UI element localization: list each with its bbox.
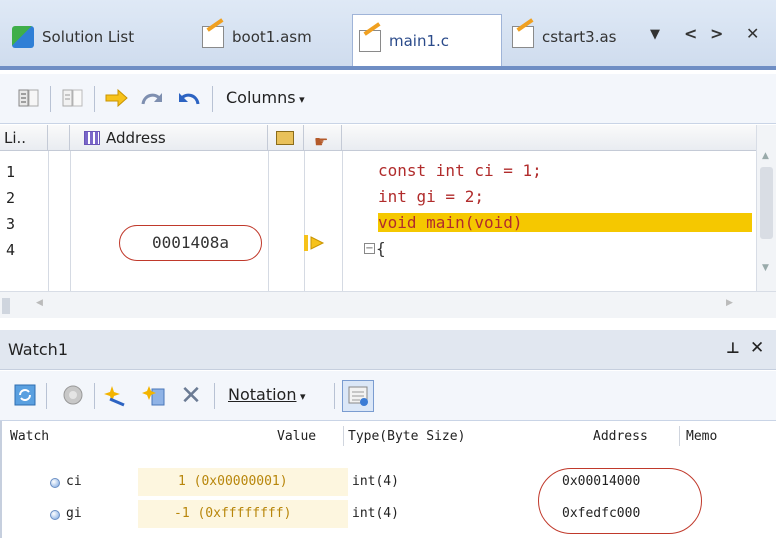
pin-icon[interactable]: ⊥: [726, 339, 740, 357]
document-tab-bar: Solution List boot1.asm main1.c cstart3.…: [0, 0, 776, 70]
grid-icon: [84, 131, 100, 145]
column-header-watch[interactable]: Watch: [10, 429, 49, 444]
c-file-icon: [359, 29, 381, 52]
column-header-breakpoint[interactable]: [268, 125, 304, 151]
go-to-pc-icon[interactable]: [104, 86, 130, 112]
current-pc-arrow-icon: [304, 235, 325, 251]
tab-next-icon[interactable]: >: [710, 24, 723, 43]
column-header-type[interactable]: Type(Byte Size): [348, 429, 465, 444]
scroll-right-icon[interactable]: ▶: [726, 298, 733, 308]
source-editor: Li.. Address ☛ 1 2 3 4 0001408a const in…: [0, 125, 776, 318]
column-header-line[interactable]: Li..: [0, 125, 48, 151]
auto-update-icon[interactable]: [60, 383, 86, 409]
watch-toolbar: ✕ Notation ▾: [0, 371, 776, 421]
toolbar-divider: [334, 383, 335, 409]
left-panel-border: [0, 421, 2, 538]
scroll-left-icon[interactable]: ◀: [36, 298, 43, 308]
address-header-label: Address: [106, 129, 166, 147]
column-header-source: [342, 125, 756, 151]
code-line: {: [376, 239, 386, 258]
asm-file-icon: [512, 26, 534, 48]
tab-close-icon[interactable]: ✕: [746, 24, 759, 43]
tab-solution-list[interactable]: Solution List: [6, 18, 144, 56]
toolbar-divider: [212, 86, 213, 112]
column-divider: [70, 151, 71, 291]
notation-menu[interactable]: Notation ▾: [228, 385, 306, 404]
variable-icon: [50, 510, 60, 520]
code-line: int gi = 2;: [378, 187, 484, 206]
column-divider: [48, 151, 49, 291]
step-back-icon[interactable]: [176, 86, 202, 112]
toolbar-divider: [94, 86, 95, 112]
asm-file-icon: [202, 26, 224, 48]
address-annotation-oval: [538, 468, 702, 534]
step-forward-icon[interactable]: [140, 86, 166, 112]
add-category-icon[interactable]: [142, 383, 168, 409]
columns-label: Columns: [226, 88, 296, 107]
watch-panel-header: Watch1 ⊥ ✕: [0, 330, 776, 370]
tab-main1-c[interactable]: main1.c: [352, 14, 502, 66]
watch-header-divider: [343, 426, 344, 446]
toolbar-divider: [94, 383, 95, 409]
scroll-down-icon[interactable]: ▼: [762, 263, 769, 273]
tab-prev-icon[interactable]: <: [684, 24, 697, 43]
line-number: 4: [6, 241, 16, 259]
notation-label: Notation: [228, 385, 297, 404]
breakpoint-column-icon: [276, 131, 294, 145]
watch-name[interactable]: gi: [66, 506, 82, 521]
scroll-thumb[interactable]: [760, 167, 773, 239]
scroll-thumb[interactable]: [2, 298, 10, 314]
line-number: 2: [6, 189, 16, 207]
vertical-scrollbar[interactable]: ▲ ▼: [756, 125, 776, 291]
show-source-icon[interactable]: [16, 86, 42, 112]
current-pc-address: 0001408a: [119, 225, 262, 261]
tab-dropdown-icon[interactable]: ▼: [650, 27, 660, 42]
column-divider: [342, 151, 343, 291]
columns-menu[interactable]: Columns ▾: [226, 88, 305, 107]
tab-label: boot1.asm: [232, 28, 312, 46]
collapse-icon[interactable]: −: [364, 243, 375, 254]
watch-panel-title: Watch1: [8, 340, 68, 359]
tab-boot1-asm[interactable]: boot1.asm: [196, 18, 322, 56]
refresh-icon[interactable]: [12, 383, 38, 409]
column-header-blank[interactable]: [48, 125, 70, 151]
horizontal-scrollbar[interactable]: ◀ ▶: [0, 291, 776, 318]
mixed-display-icon[interactable]: [60, 86, 86, 112]
watch-type: int(4): [352, 506, 399, 521]
tab-label: cstart3.as: [542, 28, 617, 46]
column-divider: [268, 151, 269, 291]
column-header-value[interactable]: Value: [277, 429, 316, 444]
chevron-down-icon: ▾: [295, 93, 305, 106]
toolbar-divider: [50, 86, 51, 112]
column-header-action[interactable]: ☛: [304, 125, 342, 151]
close-icon[interactable]: ✕: [750, 338, 764, 358]
hand-pointer-icon: ☛: [314, 132, 329, 151]
toolbar-divider: [214, 383, 215, 409]
editor-toolbar: Columns ▾: [0, 74, 776, 124]
watch-name[interactable]: ci: [66, 474, 82, 489]
scroll-up-icon[interactable]: ▲: [762, 151, 769, 161]
watch-value[interactable]: 1 (0x00000001): [178, 474, 288, 489]
column-header-address[interactable]: Address: [70, 125, 268, 151]
delete-icon[interactable]: ✕: [178, 383, 204, 409]
watch-value[interactable]: -1 (0xffffffff): [174, 506, 291, 521]
toolbar-divider: [46, 383, 47, 409]
chevron-down-icon: ▾: [296, 390, 306, 403]
column-header-address[interactable]: Address: [593, 429, 648, 444]
tab-label: Solution List: [42, 28, 135, 46]
solution-icon: [12, 26, 34, 48]
view-mode-toggle-icon[interactable]: [342, 380, 374, 412]
line-number: 1: [6, 163, 16, 181]
column-header-memo[interactable]: Memo: [686, 429, 717, 444]
add-watch-icon[interactable]: [104, 383, 130, 409]
variable-icon: [50, 478, 60, 488]
tab-cstart3-asm[interactable]: cstart3.as: [506, 18, 642, 56]
code-line-current: void main(void): [378, 213, 752, 232]
watch-header-divider: [679, 426, 680, 446]
tab-label: main1.c: [389, 31, 450, 50]
column-divider: [304, 151, 305, 291]
code-line: const int ci = 1;: [378, 161, 542, 180]
line-number: 3: [6, 215, 16, 233]
watch-type: int(4): [352, 474, 399, 489]
